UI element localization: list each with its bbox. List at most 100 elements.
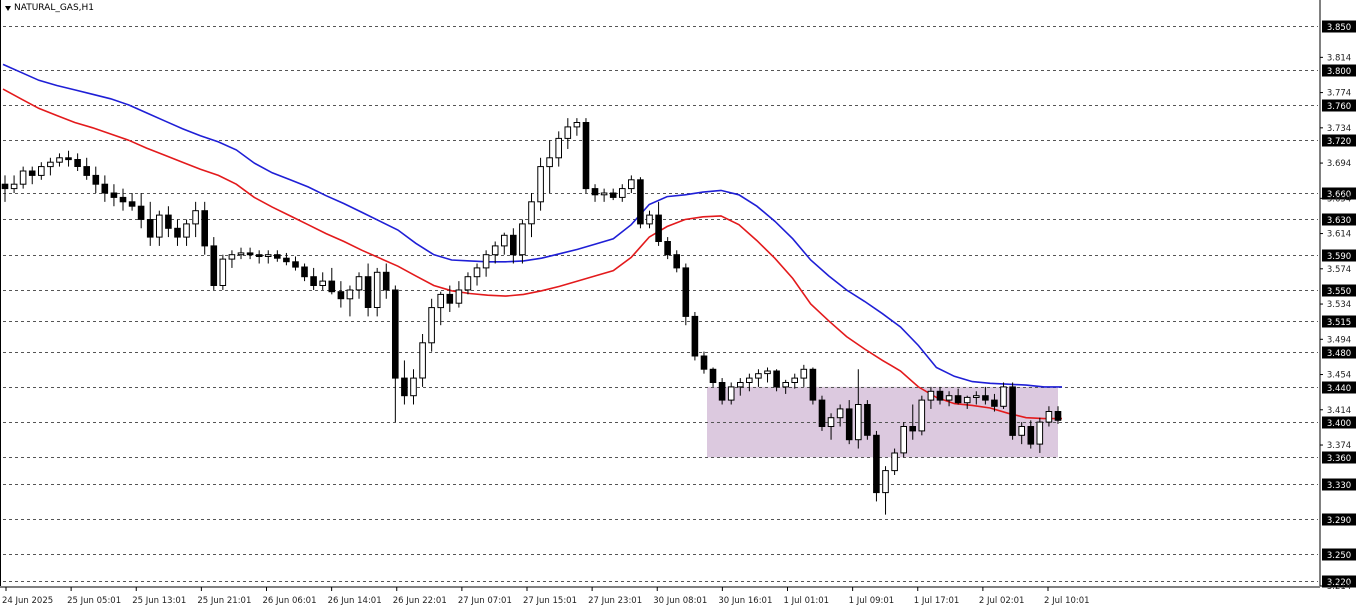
candle-body <box>364 276 372 309</box>
price-tick-label: 3.694 <box>1327 159 1351 169</box>
candle <box>10 175 18 194</box>
dropdown-triangle-icon[interactable] <box>5 5 11 11</box>
candle <box>292 256 299 271</box>
candle <box>355 272 363 299</box>
candle <box>755 369 762 387</box>
candle-body <box>473 267 481 278</box>
symbol-label[interactable]: NATURAL_GAS,H1 <box>5 3 94 13</box>
price-level-label: 3.480 <box>1327 349 1351 359</box>
candle-body <box>491 245 499 256</box>
candle <box>510 228 517 264</box>
candle-body <box>845 408 853 441</box>
candle <box>219 254 227 290</box>
candle-body <box>119 196 127 203</box>
candle <box>718 378 726 405</box>
candle-body <box>864 404 871 436</box>
candle-body <box>28 170 36 176</box>
candle <box>38 162 45 180</box>
candle <box>264 250 272 264</box>
candle-body <box>1000 386 1007 407</box>
candle <box>92 166 100 194</box>
ma-fast-line <box>2 88 1062 420</box>
candle <box>47 157 54 176</box>
candle <box>1000 382 1007 409</box>
candle <box>882 466 889 515</box>
candle-body <box>664 241 671 256</box>
candle <box>128 193 136 211</box>
candle-body <box>410 377 417 397</box>
candle <box>628 175 635 194</box>
candle-body <box>918 399 926 432</box>
time-tick-label: 24 Jun 2025 <box>2 596 53 606</box>
candle-body <box>319 280 326 287</box>
candle-body <box>110 192 118 198</box>
candle <box>382 263 390 299</box>
candle <box>1 175 9 202</box>
candle <box>419 334 426 387</box>
candle-body <box>101 183 109 194</box>
candle <box>573 118 581 136</box>
candle <box>65 150 72 167</box>
price-level-label: 3.250 <box>1327 551 1351 561</box>
time-tick-label: 1 Jul 01:01 <box>784 596 830 606</box>
candle-body <box>92 174 100 185</box>
candle-body <box>1045 411 1053 423</box>
candle-body <box>600 192 608 196</box>
price-tick-label: 3.414 <box>1327 406 1351 416</box>
candle-body <box>1036 421 1044 445</box>
price-chart[interactable]: 3.8503.8003.7603.7203.6603.6303.5903.550… <box>0 0 1362 611</box>
candle-body <box>56 157 63 163</box>
candle <box>709 367 717 387</box>
candle <box>519 219 526 264</box>
candle-body <box>246 252 254 256</box>
candle-body <box>283 257 290 263</box>
candle-body <box>800 368 808 379</box>
candle <box>482 250 490 277</box>
candle-body <box>373 271 381 308</box>
price-level-label: 3.290 <box>1327 516 1351 526</box>
candle-body <box>564 126 572 139</box>
candle-body <box>446 293 454 304</box>
candle <box>19 166 27 189</box>
time-tick-label: 2 Jul 10:01 <box>1044 596 1090 606</box>
candle-body <box>836 408 844 419</box>
candle-body <box>1 183 9 190</box>
candle <box>673 250 681 273</box>
candle-body <box>700 355 708 370</box>
candle <box>28 166 36 185</box>
candle <box>800 364 808 387</box>
candle <box>1009 382 1016 440</box>
symbol-text: NATURAL_GAS,H1 <box>14 3 95 13</box>
time-tick-label: 25 Jun 21:01 <box>197 596 251 606</box>
price-level-label: 3.760 <box>1327 102 1351 112</box>
candle <box>56 153 63 167</box>
candle <box>600 188 608 202</box>
candle-body <box>827 417 835 428</box>
time-tick-label: 1 Jul 17:01 <box>914 596 960 606</box>
candle-body <box>401 377 408 397</box>
time-tick-label: 25 Jun 13:01 <box>132 596 186 606</box>
candle <box>646 210 653 229</box>
candle-body <box>137 205 145 220</box>
candle-body <box>237 252 245 256</box>
candle <box>319 272 326 290</box>
candle <box>174 219 181 246</box>
candle-body <box>936 390 944 401</box>
candle <box>528 193 535 238</box>
chart-area[interactable]: 3.850 3.800 3.760 3.720 3.660 3.630 3.590 3.550… <box>0 0 1362 611</box>
candle-body <box>482 254 490 269</box>
candle <box>392 285 399 423</box>
candle-body <box>573 122 581 128</box>
price-tick-label: 3.774 <box>1327 89 1351 99</box>
candle-body <box>183 223 190 238</box>
price-level-label: 3.360 <box>1327 454 1351 464</box>
candle-body <box>301 266 308 278</box>
time-tick-label: 25 Jun 05:01 <box>67 596 121 606</box>
price-tick-label: 3.374 <box>1327 441 1351 451</box>
candle-body <box>83 166 91 176</box>
price-tick-label: 3.814 <box>1327 53 1351 63</box>
candle <box>373 267 381 317</box>
candle-body <box>909 426 917 432</box>
candle-body <box>546 157 553 168</box>
candle-body <box>292 261 299 268</box>
